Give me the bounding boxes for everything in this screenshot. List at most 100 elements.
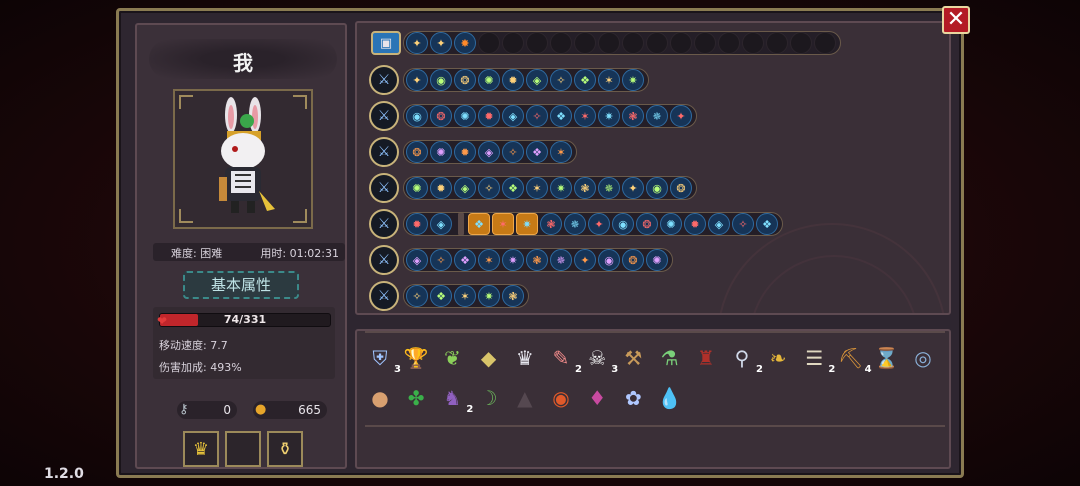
upgrade-icon[interactable]: ✦ <box>670 105 692 127</box>
empty-slot[interactable] <box>622 32 644 54</box>
upgrade-icon[interactable]: ✺ <box>454 105 476 127</box>
empty-slot[interactable] <box>574 32 596 54</box>
upgrade-icon[interactable]: ✦ <box>574 249 596 271</box>
upgrade-icon[interactable]: ✺ <box>660 213 682 235</box>
basic-attributes-tab[interactable]: 基本属性 <box>183 271 299 299</box>
four-leaf-clover-icon[interactable]: ✤ <box>401 383 431 413</box>
upgrade-icon[interactable]: ❃ <box>526 249 548 271</box>
empty-slot[interactable] <box>790 32 812 54</box>
equipment-slot-1[interactable]: ♛ <box>183 431 219 467</box>
upgrade-icon[interactable]: ❖ <box>454 249 476 271</box>
upgrade-icon[interactable]: ✺ <box>406 177 428 199</box>
equipment-slot-3[interactable]: ⚱ <box>267 431 303 467</box>
upgrade-icon[interactable]: ❖ <box>468 213 490 235</box>
treasure-chest-icon[interactable]: ▣ <box>371 31 401 55</box>
upgrade-icon[interactable]: ◈ <box>526 69 548 91</box>
upgrade-icon[interactable]: ✹ <box>406 213 428 235</box>
empty-slot[interactable] <box>550 32 572 54</box>
upgrade-icon[interactable]: ❂ <box>454 69 476 91</box>
katana-icon[interactable]: ⚔ <box>369 173 399 203</box>
upgrade-icon[interactable]: ✧ <box>478 177 500 199</box>
upgrade-icon[interactable]: ✵ <box>564 213 586 235</box>
upgrade-icon[interactable]: ◈ <box>502 105 524 127</box>
green-boomerang-icon[interactable]: ☽ <box>474 383 504 413</box>
upgrade-icon[interactable]: ❖ <box>574 69 596 91</box>
upgrade-icon[interactable]: ◈ <box>430 213 452 235</box>
upgrade-icon[interactable]: ❂ <box>406 141 428 163</box>
empty-slot[interactable] <box>694 32 716 54</box>
upgrade-icon[interactable]: ◉ <box>598 249 620 271</box>
upgrade-icon[interactable]: ✧ <box>526 105 548 127</box>
upgrade-icon[interactable]: ✶ <box>526 177 548 199</box>
upgrade-icon[interactable]: ✹ <box>684 213 706 235</box>
dark-robe-icon[interactable]: ▲ <box>510 383 540 413</box>
upgrade-icon[interactable]: ✷ <box>516 213 538 235</box>
empty-slot[interactable] <box>598 32 620 54</box>
upgrade-icon[interactable]: ✶ <box>598 69 620 91</box>
rainbow-shield-icon[interactable]: ♦ <box>582 383 612 413</box>
empty-slot[interactable] <box>478 32 500 54</box>
orb-icon[interactable]: ⚔ <box>369 281 399 311</box>
upgrade-icon[interactable]: ✧ <box>406 285 428 307</box>
upgrade-icon[interactable]: ❂ <box>430 105 452 127</box>
upgrade-icon[interactable]: ✧ <box>732 213 754 235</box>
upgrade-icon[interactable]: ◈ <box>406 249 428 271</box>
upgrade-icon[interactable]: ❖ <box>502 177 524 199</box>
empty-slot[interactable] <box>742 32 764 54</box>
upgrade-icon[interactable]: ❃ <box>502 285 524 307</box>
cookie-icon[interactable]: ● <box>365 383 395 413</box>
close-button[interactable]: ✕ <box>942 6 970 34</box>
shield-charm-icon[interactable]: ⛨ 3 <box>365 343 402 375</box>
purple-cloak-icon[interactable]: ♞ 2 <box>437 383 473 415</box>
upgrade-icon[interactable]: ❂ <box>622 249 644 271</box>
empty-slot[interactable] <box>814 32 836 54</box>
upgrade-icon[interactable]: ◉ <box>406 105 428 127</box>
upgrade-icon[interactable]: ✷ <box>478 285 500 307</box>
dark-staff-icon[interactable]: ⚔ <box>369 209 399 239</box>
upgrade-icon[interactable]: ✦ <box>406 69 428 91</box>
empty-slot[interactable] <box>526 32 548 54</box>
hourglass-icon[interactable]: ⌛ <box>872 343 902 373</box>
upgrade-icon[interactable]: ◈ <box>708 213 730 235</box>
water-drop-icon[interactable]: 💧 <box>655 383 685 413</box>
feather-quill-icon[interactable]: ✎ 2 <box>546 343 582 375</box>
spark-icon[interactable]: ✸ <box>454 32 476 54</box>
butterfly-icon[interactable]: ✦ <box>430 32 452 54</box>
upgrade-icon[interactable]: ◈ <box>478 141 500 163</box>
upgrade-icon[interactable]: ◉ <box>430 69 452 91</box>
ribcage-icon[interactable]: ☰ 2 <box>799 343 835 375</box>
upgrade-icon[interactable]: ✶ <box>574 105 596 127</box>
green-syringe-icon[interactable]: ⚗ <box>655 343 685 373</box>
butterfly-icon[interactable]: ✦ <box>406 32 428 54</box>
upgrade-icon[interactable]: ✦ <box>588 213 610 235</box>
upgrade-icon[interactable]: ◉ <box>646 177 668 199</box>
empty-slot[interactable] <box>718 32 740 54</box>
magnifier-icon[interactable]: ⚲ 2 <box>727 343 763 375</box>
fire-eye-icon[interactable]: ◉ <box>546 383 576 413</box>
upgrade-icon[interactable]: ✦ <box>622 177 644 199</box>
upgrade-icon[interactable]: ❃ <box>574 177 596 199</box>
upgrade-icon[interactable]: ❃ <box>540 213 562 235</box>
empty-slot[interactable] <box>502 32 524 54</box>
clock-amulet-icon[interactable]: ◎ <box>908 343 938 373</box>
equipment-slot-2[interactable] <box>225 431 261 467</box>
upgrade-icon[interactable]: ❖ <box>756 213 778 235</box>
golden-wings-icon[interactable]: ❧ <box>763 343 793 373</box>
golden-chalice-icon[interactable]: 🏆 <box>401 343 431 373</box>
upgrade-icon[interactable]: ❃ <box>622 105 644 127</box>
upgrade-icon[interactable]: ✵ <box>598 177 620 199</box>
upgrade-icon[interactable]: ✧ <box>430 249 452 271</box>
upgrade-icon[interactable]: ✧ <box>502 141 524 163</box>
emerald-rune-icon[interactable]: ◆ <box>474 343 504 373</box>
upgrade-icon[interactable]: ◉ <box>612 213 634 235</box>
upgrade-icon[interactable]: ✺ <box>430 141 452 163</box>
wrench-icon[interactable]: ⚒ <box>618 343 648 373</box>
lotus-icon[interactable]: ✿ <box>618 383 648 413</box>
upgrade-icon[interactable]: ❖ <box>526 141 548 163</box>
upgrade-icon[interactable]: ✷ <box>550 177 572 199</box>
empty-slot[interactable] <box>766 32 788 54</box>
upgrade-icon[interactable]: ✶ <box>478 249 500 271</box>
empty-slot[interactable] <box>646 32 668 54</box>
dagger-icon[interactable]: ⚔ <box>369 137 399 167</box>
upgrade-icon[interactable]: ❖ <box>430 285 452 307</box>
